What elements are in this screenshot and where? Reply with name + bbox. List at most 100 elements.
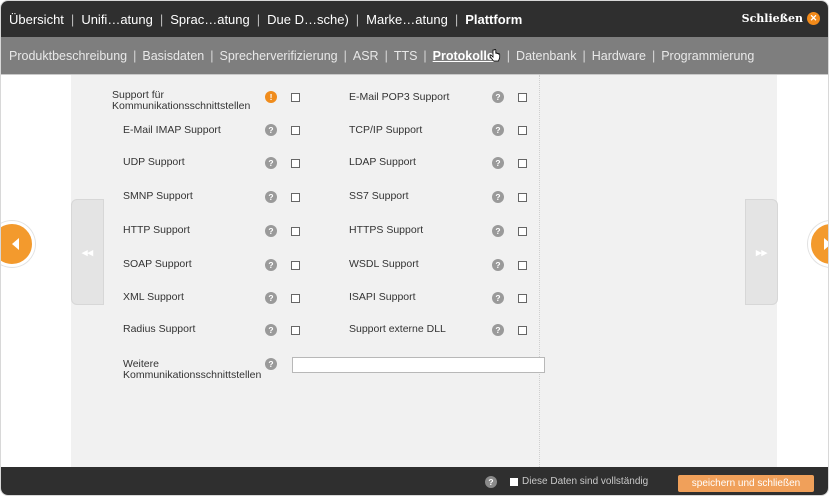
question-icon[interactable]: ? — [265, 358, 277, 370]
double-chevron-left-icon: ◂◂ — [81, 246, 94, 259]
checkbox-http[interactable] — [291, 227, 300, 236]
label-isapi: ISAPI Support — [349, 291, 416, 303]
subnav-separator: | — [423, 48, 427, 63]
subnav-separator: | — [343, 48, 347, 63]
topnav-item-sprac[interactable]: Sprac…atung — [170, 12, 250, 27]
question-icon[interactable]: ? — [492, 124, 504, 136]
label-wsdl: WSDL Support — [349, 258, 419, 270]
save-and-close-button[interactable]: speichern und schließen — [678, 475, 814, 492]
app-window: Übersicht | Unifi…atung | Sprac…atung | … — [0, 0, 829, 496]
complete-label: Diese Daten sind vollständig — [522, 476, 649, 487]
question-icon[interactable]: ? — [265, 191, 277, 203]
subnav-item-protokolle[interactable]: Protokolle — [433, 49, 494, 63]
checkbox-externe-dll[interactable] — [518, 326, 527, 335]
previous-page-button[interactable] — [1, 221, 35, 267]
question-icon[interactable]: ? — [492, 324, 504, 336]
label-radius: Radius Support — [123, 323, 196, 335]
double-chevron-right-icon: ▸▸ — [755, 246, 768, 259]
sub-navigation: Produktbeschreibung | Basisdaten | Sprec… — [1, 37, 828, 75]
hand-cursor-icon — [489, 48, 501, 63]
subnav-separator: | — [582, 48, 586, 63]
subnav-item-tts[interactable]: TTS — [394, 49, 418, 63]
weitere-schnittstellen-input[interactable] — [292, 357, 545, 373]
question-icon[interactable]: ? — [492, 191, 504, 203]
label-tcpip: TCP/IP Support — [349, 124, 423, 136]
question-icon[interactable]: ? — [265, 259, 277, 271]
question-icon[interactable]: ? — [492, 91, 504, 103]
label-udp: UDP Support — [123, 156, 185, 168]
question-icon[interactable]: ? — [492, 157, 504, 169]
checkbox-https[interactable] — [518, 227, 527, 236]
subnav-item-produktbeschreibung[interactable]: Produktbeschreibung — [9, 49, 127, 63]
close-icon: ✕ — [807, 12, 820, 25]
subnav-item-hardware[interactable]: Hardware — [592, 49, 646, 63]
topnav-separator: | — [454, 11, 459, 27]
label-xml: XML Support — [123, 291, 184, 303]
question-icon[interactable]: ? — [265, 225, 277, 237]
topnav-separator: | — [355, 11, 360, 27]
label-ss7: SS7 Support — [349, 190, 409, 202]
question-icon[interactable]: ? — [492, 259, 504, 271]
question-icon[interactable]: ? — [485, 476, 497, 488]
topnav-item-plattform[interactable]: Plattform — [465, 12, 522, 27]
subnav-separator: | — [133, 48, 137, 63]
checkbox-kommunikationsschnittstellen[interactable] — [291, 93, 300, 102]
subnav-separator: | — [506, 48, 511, 63]
checkbox-udp[interactable] — [291, 159, 300, 168]
question-icon[interactable]: ? — [265, 157, 277, 169]
topnav-item-due[interactable]: Due D…sche) — [267, 12, 349, 27]
subnav-separator: | — [210, 48, 214, 63]
label-imap: E-Mail IMAP Support — [123, 124, 221, 136]
arrow-right-icon — [824, 238, 828, 250]
question-icon[interactable]: ? — [265, 324, 277, 336]
arrow-left-icon — [12, 238, 19, 250]
label-kommunikationsschnittstellen: Support für Kommunikationsschnittstellen — [112, 89, 251, 112]
checkbox-pop3[interactable] — [518, 93, 527, 102]
label-ldap: LDAP Support — [349, 156, 416, 168]
checkbox-imap[interactable] — [291, 126, 300, 135]
subnav-separator: | — [384, 48, 388, 63]
checkbox-radius[interactable] — [291, 326, 300, 335]
top-navigation: Übersicht | Unifi…atung | Sprac…atung | … — [1, 1, 828, 37]
checkbox-isapi[interactable] — [518, 294, 527, 303]
next-section-tab[interactable]: ▸▸ — [745, 199, 778, 305]
subnav-item-sprecherverifizierung[interactable]: Sprecherverifizierung — [220, 49, 338, 63]
checkbox-ss7[interactable] — [518, 193, 527, 202]
previous-section-tab[interactable]: ◂◂ — [71, 199, 104, 305]
subnav-separator: | — [651, 48, 656, 63]
topnav-separator: | — [256, 11, 261, 27]
checkbox-tcpip[interactable] — [518, 126, 527, 135]
subnav-item-asr[interactable]: ASR — [353, 49, 379, 63]
checkbox-ldap[interactable] — [518, 159, 527, 168]
topnav-separator: | — [70, 11, 75, 27]
question-icon[interactable]: ? — [492, 292, 504, 304]
label-http: HTTP Support — [123, 224, 190, 236]
question-icon[interactable]: ? — [265, 292, 277, 304]
label-pop3: E-Mail POP3 Support — [349, 91, 450, 103]
question-icon[interactable]: ? — [492, 225, 504, 237]
topnav-item-uebersicht[interactable]: Übersicht — [9, 12, 64, 27]
form-panel: Support für Kommunikationsschnittstellen… — [71, 75, 777, 467]
label-externe-dll: Support externe DLL — [349, 323, 446, 335]
close-label: Schließen — [741, 12, 803, 25]
topnav-item-marke[interactable]: Marke…atung — [366, 12, 448, 27]
question-icon[interactable]: ? — [265, 124, 277, 136]
complete-checkbox[interactable] — [510, 478, 518, 486]
subnav-item-programmierung[interactable]: Programmierung — [661, 49, 754, 63]
checkbox-wsdl[interactable] — [518, 261, 527, 270]
checkbox-xml[interactable] — [291, 294, 300, 303]
subnav-item-datenbank[interactable]: Datenbank — [516, 49, 576, 63]
panel-divider — [539, 75, 540, 467]
label-weitere: Weitere Kommunikationsschnittstellen — [123, 358, 262, 381]
footer-bar: ? Diese Daten sind vollständig speichern… — [1, 467, 828, 495]
subnav-item-basisdaten[interactable]: Basisdaten — [142, 49, 204, 63]
close-button[interactable]: Schließen ✕ — [742, 12, 820, 25]
label-smnp: SMNP Support — [123, 190, 193, 202]
topnav-item-unifi[interactable]: Unifi…atung — [81, 12, 153, 27]
next-page-button[interactable] — [808, 221, 828, 267]
checkbox-smnp[interactable] — [291, 193, 300, 202]
label-https: HTTPS Support — [349, 224, 424, 236]
label-soap: SOAP Support — [123, 258, 192, 270]
checkbox-soap[interactable] — [291, 261, 300, 270]
exclamation-icon[interactable]: ! — [265, 91, 277, 103]
